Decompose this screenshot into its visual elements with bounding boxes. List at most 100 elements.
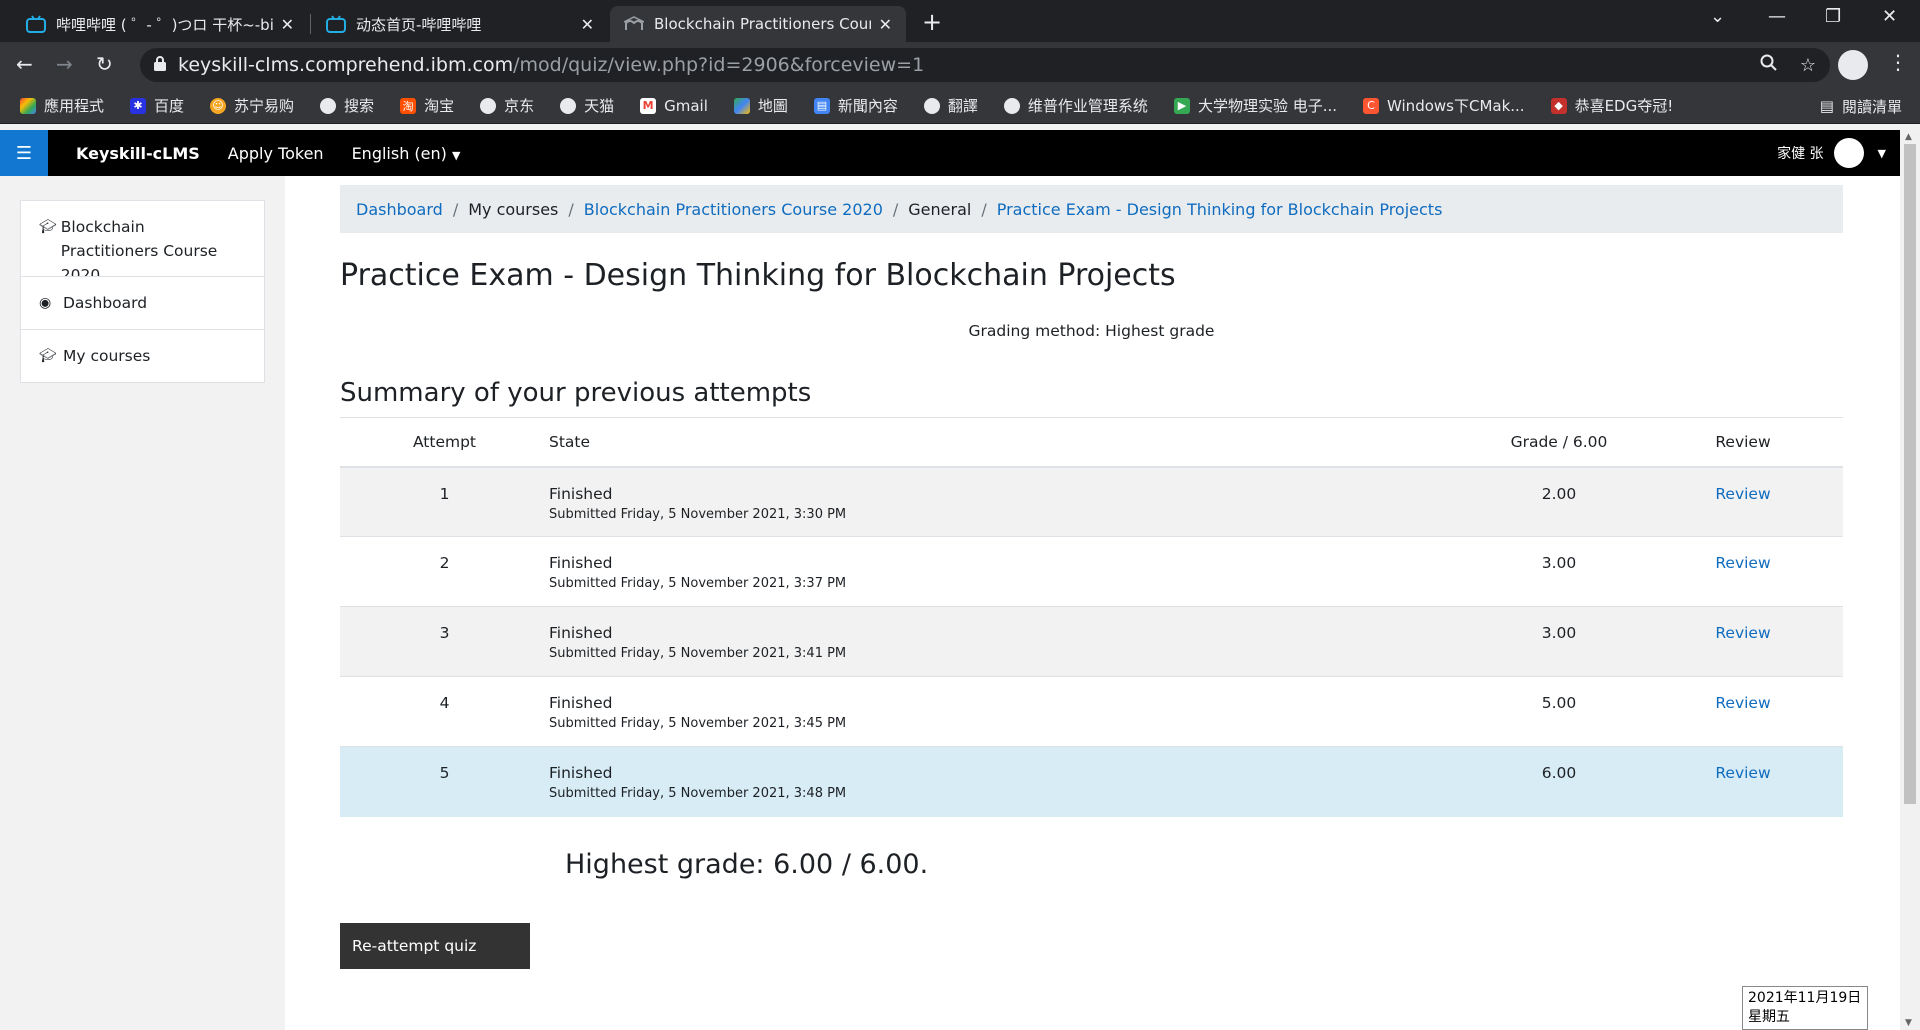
zoom-search-icon[interactable] bbox=[1760, 54, 1778, 77]
reading-list[interactable]: ▤ 閱讀清單 bbox=[1820, 88, 1902, 124]
attempts-table: Attempt State Grade / 6.00 Review 1 Fini… bbox=[340, 417, 1843, 817]
forward-arrow-icon[interactable]: → bbox=[56, 52, 73, 76]
attempt-number: 3 bbox=[340, 606, 549, 677]
page-scrollbar[interactable]: ▲ ▼ bbox=[1900, 130, 1920, 1030]
bookmark-maps[interactable]: 地圖 bbox=[733, 95, 788, 116]
bookmark-baidu[interactable]: ✱ 百度 bbox=[130, 95, 184, 116]
minimize-icon[interactable]: — bbox=[1768, 6, 1786, 27]
drawer-nav-box: ◉ Dashboard 🎓︎ My courses bbox=[20, 276, 265, 383]
breadcrumb-quiz[interactable]: Practice Exam - Design Thinking for Bloc… bbox=[997, 200, 1443, 219]
review-link[interactable]: Review bbox=[1715, 694, 1770, 712]
url-path: /mod/quiz/view.php?id=2906&forceview=1 bbox=[513, 54, 925, 76]
browser-menu-icon[interactable]: ⋮ bbox=[1888, 50, 1908, 74]
review-link[interactable]: Review bbox=[1715, 764, 1770, 782]
header-grade: Grade / 6.00 bbox=[1475, 417, 1643, 468]
globe-icon bbox=[320, 97, 337, 114]
scroll-down-arrow-icon[interactable]: ▼ bbox=[1905, 1018, 1912, 1028]
bookmark-tmall[interactable]: 天猫 bbox=[560, 95, 614, 116]
bookmark-cmake[interactable]: C Windows下CMak... bbox=[1363, 95, 1525, 116]
bookmark-jd[interactable]: 京东 bbox=[480, 95, 534, 116]
taskbar-weekday-text: 星期五 bbox=[1748, 1009, 1790, 1025]
bookmark-weipu[interactable]: 维普作业管理系统 bbox=[1003, 95, 1148, 116]
breadcrumb-course[interactable]: Blockchain Practitioners Course 2020 bbox=[584, 200, 883, 219]
table-row: 4 Finished Submitted Friday, 5 November 2… bbox=[340, 676, 1843, 747]
site-brand[interactable]: Keyskill-cLMS bbox=[76, 144, 200, 163]
close-icon[interactable]: ✕ bbox=[281, 15, 294, 34]
tab-title: Blockchain Practitioners Cours bbox=[654, 15, 871, 33]
apply-token-link[interactable]: Apply Token bbox=[228, 144, 324, 163]
caret-down-icon: ▼ bbox=[1877, 146, 1886, 160]
window-close-icon[interactable]: ✕ bbox=[1882, 6, 1897, 27]
attempt-state: Finished Submitted Friday, 5 November 202… bbox=[549, 466, 1475, 537]
user-menu[interactable]: 家健 张 ▼ bbox=[1777, 130, 1886, 176]
tab-bilibili-home[interactable]: 哔哩哔哩 ( ゜- ゜)つロ 干杯~-bili ✕ bbox=[12, 6, 308, 42]
review-link[interactable]: Review bbox=[1715, 554, 1770, 572]
review-link[interactable]: Review bbox=[1715, 624, 1770, 642]
graduation-cap-icon: 🎓︎ bbox=[39, 219, 57, 235]
taskbar-date: 2021年11月19日 星期五 bbox=[1742, 986, 1868, 1030]
attempt-grade: 3.00 bbox=[1475, 536, 1643, 607]
bookmark-edg[interactable]: ◆ 恭喜EDG夺冠! bbox=[1550, 95, 1673, 116]
hamburger-menu-icon[interactable]: ☰ bbox=[0, 130, 48, 176]
attempt-state: Finished Submitted Friday, 5 November 202… bbox=[549, 606, 1475, 677]
review-cell: Review bbox=[1643, 676, 1843, 747]
close-icon[interactable]: ✕ bbox=[581, 15, 594, 34]
globe-icon bbox=[923, 97, 940, 114]
language-menu[interactable]: English (en) ▼ bbox=[352, 144, 461, 163]
restore-icon[interactable]: ❐ bbox=[1825, 6, 1841, 27]
address-bar[interactable]: keyskill-clms.comprehend.ibm.com/mod/qui… bbox=[140, 48, 1830, 82]
tachometer-icon: ◉ bbox=[39, 295, 52, 311]
scroll-thumb[interactable] bbox=[1904, 144, 1916, 804]
bookmark-physics-lab[interactable]: ▶ 大学物理实验 电子... bbox=[1173, 95, 1337, 116]
bookmark-translate[interactable]: 翻譯 bbox=[923, 95, 978, 116]
breadcrumb: Dashboard / My courses / Blockchain Prac… bbox=[340, 185, 1843, 233]
close-icon[interactable]: ✕ bbox=[879, 15, 892, 34]
lock-icon[interactable] bbox=[154, 55, 166, 75]
baidu-icon: ✱ bbox=[130, 97, 147, 114]
attempt-state: Finished Submitted Friday, 5 November 202… bbox=[549, 746, 1475, 817]
tab-title: 动态首页-哔哩哔哩 bbox=[356, 15, 482, 34]
attempt-grade: 6.00 bbox=[1475, 746, 1643, 817]
bookmark-gmail[interactable]: M Gmail bbox=[640, 97, 708, 115]
breadcrumb-dashboard[interactable]: Dashboard bbox=[356, 200, 443, 219]
review-cell: Review bbox=[1643, 536, 1843, 607]
attempt-number: 5 bbox=[340, 746, 549, 817]
back-arrow-icon[interactable]: ← bbox=[16, 52, 33, 76]
bookmark-search[interactable]: 搜索 bbox=[320, 95, 374, 116]
header-state: State bbox=[549, 417, 1475, 468]
drawer-item-my-courses[interactable]: 🎓︎ My courses bbox=[21, 329, 264, 382]
review-link[interactable]: Review bbox=[1715, 485, 1770, 503]
attempt-number: 1 bbox=[340, 466, 549, 537]
tab-separator bbox=[310, 14, 311, 34]
table-row: 2 Finished Submitted Friday, 5 November 2… bbox=[340, 536, 1843, 607]
review-cell: Review bbox=[1643, 466, 1843, 537]
edg-icon: ◆ bbox=[1550, 97, 1567, 114]
bookmark-apps[interactable]: 應用程式 bbox=[20, 95, 104, 116]
avatar bbox=[1833, 138, 1864, 168]
drawer-item-dashboard[interactable]: ◉ Dashboard bbox=[21, 277, 264, 329]
tab-blockchain-course[interactable]: Blockchain Practitioners Cours ✕ bbox=[610, 6, 906, 42]
header-attempt: Attempt bbox=[340, 417, 549, 468]
scroll-up-arrow-icon[interactable]: ▲ bbox=[1905, 132, 1912, 142]
reattempt-quiz-button[interactable]: Re-attempt quiz bbox=[340, 923, 530, 969]
breadcrumb-separator: / bbox=[981, 199, 987, 219]
grading-method: Grading method: Highest grade bbox=[968, 322, 1215, 340]
bookmark-suning[interactable]: ☺ 苏宁易购 bbox=[210, 95, 294, 116]
apps-grid-icon bbox=[20, 97, 36, 114]
globe-icon bbox=[1003, 97, 1020, 114]
browser-tab-strip: 哔哩哔哩 ( ゜- ゜)つロ 干杯~-bili ✕ 动态首页-哔哩哔哩 ✕ Bl… bbox=[0, 0, 1920, 42]
table-row: 1 Finished Submitted Friday, 5 November 2… bbox=[340, 466, 1843, 537]
new-tab-plus-icon[interactable]: + bbox=[922, 8, 942, 36]
tab-search-chevron-icon[interactable]: ⌄ bbox=[1710, 6, 1725, 27]
taskbar-date-text: 2021年11月19日 bbox=[1748, 990, 1862, 1006]
breadcrumb-separator: / bbox=[452, 199, 459, 219]
bookmark-taobao[interactable]: 淘淘宝 bbox=[400, 95, 454, 116]
attempt-grade: 2.00 bbox=[1475, 466, 1643, 537]
reload-icon[interactable]: ↻ bbox=[96, 52, 113, 76]
tab-bilibili-dynamics[interactable]: 动态首页-哔哩哔哩 ✕ bbox=[312, 6, 608, 42]
bookmark-star-icon[interactable]: ☆ bbox=[1800, 55, 1816, 76]
profile-avatar-icon[interactable] bbox=[1838, 50, 1868, 80]
header-review: Review bbox=[1643, 417, 1843, 468]
bookmark-news[interactable]: ▤ 新聞內容 bbox=[813, 95, 898, 116]
news-icon: ▤ bbox=[813, 97, 830, 114]
